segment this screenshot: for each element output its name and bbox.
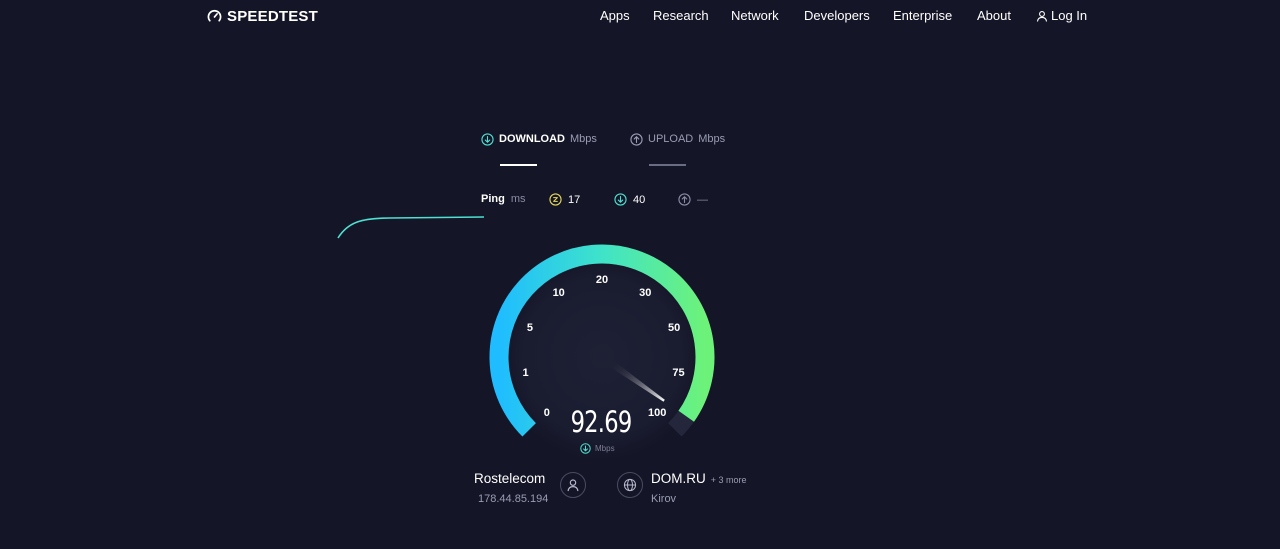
- download-small-icon: [580, 443, 591, 454]
- isp-user-button[interactable]: [560, 472, 586, 498]
- speed-unit-text: Mbps: [595, 444, 615, 453]
- gauge-tick-5: 5: [527, 322, 533, 334]
- isp-name: Rostelecom: [474, 471, 546, 486]
- gauge-tick-30: 30: [639, 287, 651, 299]
- gauge-tick-50: 50: [668, 322, 680, 334]
- speed-value: 92.69: [570, 405, 633, 439]
- gauge-tick-20: 20: [596, 274, 608, 286]
- gauge-tick-100: 100: [648, 407, 666, 419]
- server-more-link[interactable]: + 3 more: [711, 475, 747, 485]
- server-location: Kirov: [651, 493, 677, 505]
- speed-gauge: 0 1 5 10 20 30 50 75 100: [337, 216, 715, 461]
- gauge-tick-1: 1: [522, 367, 528, 379]
- isp-ip: 178.44.85.194: [478, 493, 549, 505]
- server-name: DOM.RU: [651, 471, 706, 486]
- download-speed-graph-line: [337, 216, 485, 239]
- speedtest-page: SPEEDTEST Apps Research Network Develope…: [0, 0, 1280, 549]
- person-icon: [567, 479, 579, 492]
- globe-icon: [623, 478, 637, 492]
- change-server-button[interactable]: [617, 472, 643, 498]
- server-name-group[interactable]: DOM.RU + 3 more: [651, 471, 747, 486]
- gauge-tick-0: 0: [544, 407, 550, 419]
- gauge-tick-10: 10: [553, 287, 565, 299]
- gauge-tick-75: 75: [672, 367, 684, 379]
- speed-unit-label: Mbps: [580, 443, 615, 454]
